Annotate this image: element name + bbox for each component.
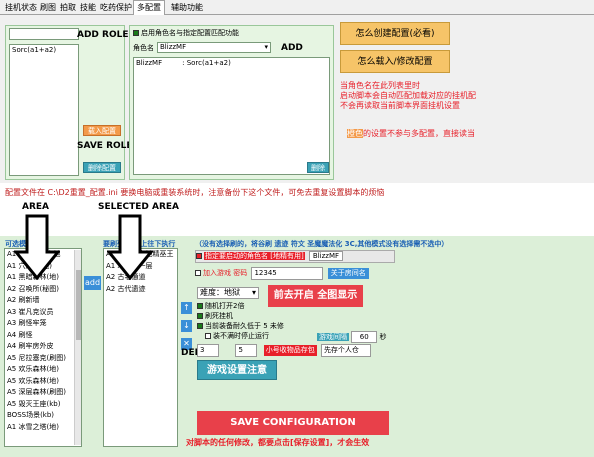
load-config-button[interactable]: 载入配置 [83,125,121,136]
config-file-note: 配置文件在 C:\D2重置_配置.ini 要换电脑或重装系统时，注意备份下这个文… [5,188,385,197]
tab-map[interactable]: 刷图 [37,1,59,14]
how-create-config-button[interactable]: 怎么创建配置(必看) [340,22,450,45]
down-arrow-icon [14,214,60,280]
list-item[interactable]: A2 召唤所(秘图) [5,284,81,296]
list-item[interactable]: A3 刷怪牢笼 [5,318,81,330]
list-item[interactable]: A2 刷新墙 [5,295,81,307]
list-item[interactable]: A4 刷怪 [5,330,81,342]
list-item[interactable]: BlizzMF: Sorc(a1+a2) [134,58,329,70]
stash-row: 3 5 小号收物品存包 先存个人仓 [197,344,371,357]
list-item[interactable]: A5 毁灭王座(kb) [5,399,81,411]
add-role-label: ADD ROLE [77,30,129,40]
list-item[interactable]: A1 冰雪之塔(地) [5,422,81,434]
scrollbar[interactable] [74,250,81,445]
tab-multi-config[interactable]: 多配置 [133,0,165,15]
list-item[interactable]: A5 尼拉塞克(刷图) [5,353,81,365]
move-down-button[interactable]: ↓ [181,320,192,332]
speed-input[interactable]: 60 [351,331,378,343]
list-item[interactable]: A3 崔凡克议员 [5,307,81,319]
stash-select[interactable]: 先存个人仓 [320,344,371,357]
tab-bar: 挂机状态 刷图 拍取 技能 吃药保护 多配置 辅助功能 [0,0,594,15]
chevron-down-icon: ▾ [264,43,268,51]
difficulty-select[interactable]: 难度：地狱 ▾ [197,287,259,299]
role-name-value: BlizzMF [160,43,187,51]
how-load-config-button[interactable]: 怎么载入/修改配置 [340,50,450,73]
role-input[interactable] [9,28,79,40]
area-label: AREA [22,202,50,212]
list-item[interactable]: A5 欢乐森林(地) [5,364,81,376]
tab-aux[interactable]: 辅助功能 [168,1,206,14]
room-password-field[interactable]: 12345 [251,267,324,280]
room-row: 加入游戏 密码 12345 关于房间名 [195,267,369,280]
role-name-row: 指定要启动的角色名 [地精有用] BlizzMF [195,250,395,263]
checkbox-icon [205,333,211,339]
checkbox-icon [133,30,139,36]
checkbox-icon[interactable] [196,253,202,259]
tab-potions[interactable]: 吃药保护 [97,1,135,14]
stash-tag: 小号收物品存包 [263,345,317,356]
role-name-label: 角色名 [133,44,154,52]
role-check-label: 指定要启动的角色名 [地精有用] [204,252,305,260]
save-role-label: SAVE ROLE [77,141,133,151]
enable-match-checkbox[interactable]: 启用角色名与指定配置匹配功能 [133,28,239,38]
checkbox-icon [197,303,203,309]
save-configuration-button[interactable]: SAVE CONFIGURATION [197,411,389,435]
list-item[interactable]: Sorc(a1+a2) [10,45,78,57]
list-item[interactable]: A5 欢乐森林(地) [5,376,81,388]
num1-select[interactable]: 3 [197,344,219,357]
room-check-label: 加入游戏 密码 [203,269,248,277]
checkbox-icon [197,323,203,329]
opt2-checkbox[interactable]: 刷死挂机 [197,311,233,321]
tab-skills[interactable]: 技能 [77,1,99,14]
checkbox-icon [197,313,203,319]
opt4-checkbox[interactable]: 装不满时停止运行 [205,331,269,341]
selected-area-label: SELECTED AREA [98,202,180,212]
opt3-checkbox[interactable]: 当前装备耐久低于 5 未修 [197,321,284,331]
tab-status[interactable]: 挂机状态 [2,1,40,14]
add-label: ADD [281,43,303,53]
scrollbar-thumb[interactable] [76,270,81,340]
add-area-button[interactable]: add [84,276,101,290]
start-full-map-button[interactable]: 前去开启 全图显示 [268,285,363,307]
list-item[interactable]: A4 刷牢房外皮 [5,341,81,353]
delete-config-button[interactable]: 删除配置 [83,162,121,173]
game-settings-button[interactable]: 游戏设置注意 [197,360,277,380]
delete-button[interactable]: 删除 [307,162,329,173]
hint-text: （没有选择刷的，将谷刷 遗迹 符文 圣魔魔法化 3C,其他模式没有选择需不选中） [195,240,449,248]
tab-pick[interactable]: 拍取 [57,1,79,14]
chevron-down-icon: ▾ [251,288,256,297]
role-config-list[interactable]: BlizzMF: Sorc(a1+a2) [133,57,330,175]
list-item[interactable]: BOSS场景(kb) [5,410,81,422]
list-item[interactable]: A5 深层森林(刷图) [5,387,81,399]
num2-select[interactable]: 5 [235,344,258,357]
save-note: 对脚本的任何修改，都要点击[保存设置]，才会生效 [186,438,370,447]
room-name-button[interactable]: 关于房间名 [327,268,369,279]
opt1-checkbox[interactable]: 随机打开2倍 [197,301,244,311]
checkbox-icon[interactable] [195,270,201,276]
role-name-select[interactable]: BlizzMF ▾ [157,42,271,53]
speed-row: 游戏间隔 60 秒 [317,331,387,343]
orange-settings-note: 橙色的设置不参与多配置，直接读当 [347,129,475,138]
role-list[interactable]: Sorc(a1+a2) [9,44,79,176]
down-arrow-icon [107,214,153,280]
enable-match-label: 启用角色名与指定配置匹配功能 [141,29,239,37]
role-value-field[interactable]: BlizzMF [308,251,344,261]
list-item[interactable]: A2 古代遗迹 [104,284,177,296]
move-up-button[interactable]: ↑ [181,302,192,314]
note-line3: 不会再读取当前脚本界面挂机设置 [340,101,460,110]
